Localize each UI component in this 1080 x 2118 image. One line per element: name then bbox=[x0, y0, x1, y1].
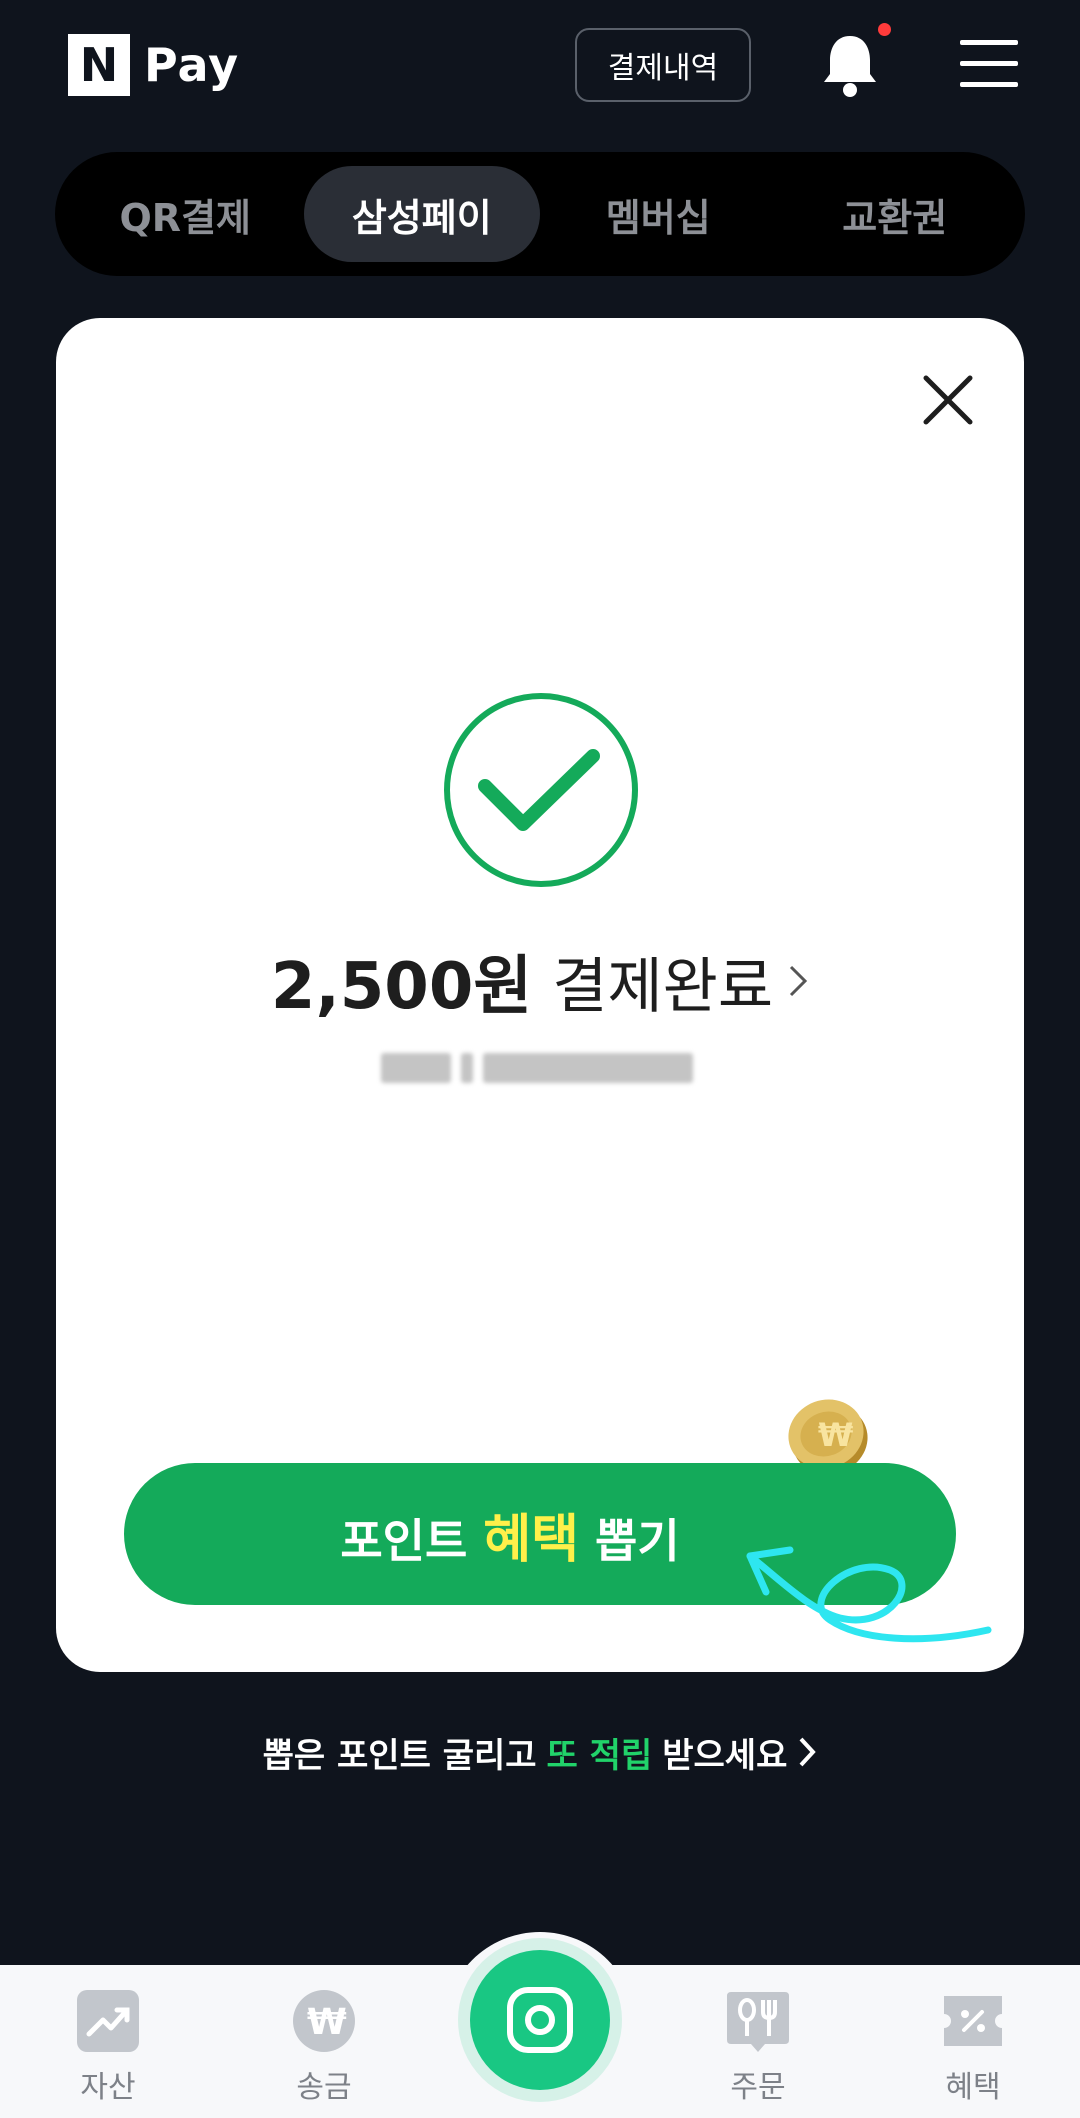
button-text-prefix: 포인트 bbox=[340, 1513, 468, 1568]
promo-text-suffix: 받으세요 bbox=[662, 1735, 788, 1776]
chevron-right-icon bbox=[790, 965, 808, 997]
payment-history-button[interactable]: 결제내역 bbox=[575, 28, 751, 102]
button-text-suffix: 뽑기 bbox=[595, 1513, 680, 1568]
chevron-right-icon bbox=[799, 1737, 817, 1767]
bell-icon[interactable] bbox=[820, 30, 880, 100]
promo-text-highlight: 또 적립 bbox=[546, 1735, 653, 1776]
logo-text: Pay bbox=[144, 38, 240, 92]
button-text-highlight: 혜택 bbox=[483, 1509, 579, 1570]
check-circle-icon bbox=[444, 693, 638, 887]
tab-qr-payment[interactable]: QR결제 bbox=[67, 166, 304, 262]
arrow-doodle-icon bbox=[746, 1546, 992, 1643]
tab-voucher[interactable]: 교환권 bbox=[777, 166, 1014, 262]
svg-text:₩: ₩ bbox=[818, 1416, 853, 1454]
chart-up-icon bbox=[77, 1990, 139, 2052]
nav-item-transfer[interactable]: ₩ 송금 bbox=[254, 1988, 394, 2108]
hamburger-menu-icon[interactable] bbox=[960, 40, 1018, 88]
payment-result-card: 2,500원 결제완료 ₩ 포인트 혜택 뽑기 bbox=[56, 318, 1024, 1672]
svg-text:₩: ₩ bbox=[307, 2002, 347, 2043]
npay-logo: N Pay bbox=[68, 34, 239, 96]
npay-payment-screen: N Pay 결제내역 QR결제 삼성페이 멤버십 교환권 2,500원 결제완료… bbox=[0, 0, 1080, 2118]
nav-item-order[interactable]: 주문 bbox=[688, 1988, 828, 2108]
coupon-icon bbox=[944, 1996, 1002, 2046]
nav-label-benefits: 혜택 bbox=[945, 2070, 1001, 2105]
notification-dot bbox=[878, 23, 891, 36]
close-icon[interactable] bbox=[918, 370, 978, 430]
blurred-merchant-info bbox=[381, 1048, 699, 1088]
nav-label-transfer: 송금 bbox=[296, 2070, 352, 2105]
nav-label-assets: 자산 bbox=[80, 2070, 136, 2105]
camera-icon bbox=[507, 1987, 573, 2053]
payment-summary-link[interactable]: 2,500원 결제완료 bbox=[56, 936, 1024, 1026]
nav-item-assets[interactable]: 자산 bbox=[38, 1988, 178, 2108]
logo-mark: N bbox=[68, 34, 130, 96]
payment-tabs: QR결제 삼성페이 멤버십 교환권 bbox=[55, 152, 1025, 276]
promo-banner-link[interactable]: 뽑은 포인트 굴리고 또 적립 받으세요 bbox=[0, 1722, 1080, 1782]
payment-status: 결제완료 bbox=[552, 951, 774, 1022]
camera-scan-button[interactable] bbox=[470, 1950, 610, 2090]
won-icon: ₩ bbox=[293, 1990, 355, 2052]
tab-membership[interactable]: 멤버십 bbox=[540, 166, 777, 262]
header: N Pay 결제내역 bbox=[0, 0, 1080, 140]
nav-label-order: 주문 bbox=[730, 2070, 786, 2105]
payment-amount: 2,500원 bbox=[270, 950, 533, 1024]
nav-item-benefits[interactable]: 혜택 bbox=[903, 1988, 1043, 2108]
promo-text-prefix: 뽑은 포인트 굴리고 bbox=[262, 1735, 537, 1776]
tab-samsung-pay[interactable]: 삼성페이 bbox=[303, 166, 540, 262]
utensils-icon bbox=[727, 1992, 789, 2052]
